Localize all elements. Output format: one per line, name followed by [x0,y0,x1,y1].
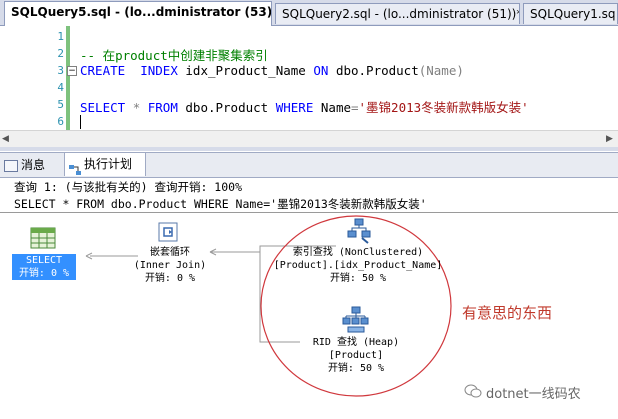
rid-lookup-label: RID 查找 (Heap) [312,337,400,348]
nested-loops-label: 嵌套循环 [150,247,190,258]
select-cost: 开销: 0 % [18,268,70,279]
rid-lookup-cost: 开销: 50 % [327,363,385,374]
index-seek-sub: [Product].[idx_Product_Name] [273,260,443,271]
index-seek-label: 索引查找 (NonClustered) [292,247,424,258]
index-seek-node[interactable]: 索引查找 (NonClustered) [Product].[idx_Produ… [256,246,460,285]
rid-lookup-sub: [Product] [328,350,384,361]
index-seek-icon[interactable] [346,218,372,244]
nested-loops-cost: 开销: 0 % [144,273,196,284]
index-seek-cost: 开销: 50 % [329,273,387,284]
nested-loops-icon[interactable] [157,220,181,244]
rid-lookup-icon[interactable] [342,306,370,334]
watermark-text: dotnet一线码农 [486,387,581,402]
nested-loops-sub: (Inner Join) [133,260,207,271]
rid-lookup-node[interactable]: RID 查找 (Heap) [Product] 开销: 50 % [296,336,416,375]
wechat-icon [464,382,482,400]
annotation-text: 有意思的东西 [462,304,553,322]
nested-loops-node[interactable]: 嵌套循环 (Inner Join) 开销: 0 % [120,246,220,285]
select-icon[interactable] [30,227,56,249]
select-label: SELECT [25,255,63,266]
select-node-label[interactable]: SELECT 开销: 0 % [12,254,76,280]
